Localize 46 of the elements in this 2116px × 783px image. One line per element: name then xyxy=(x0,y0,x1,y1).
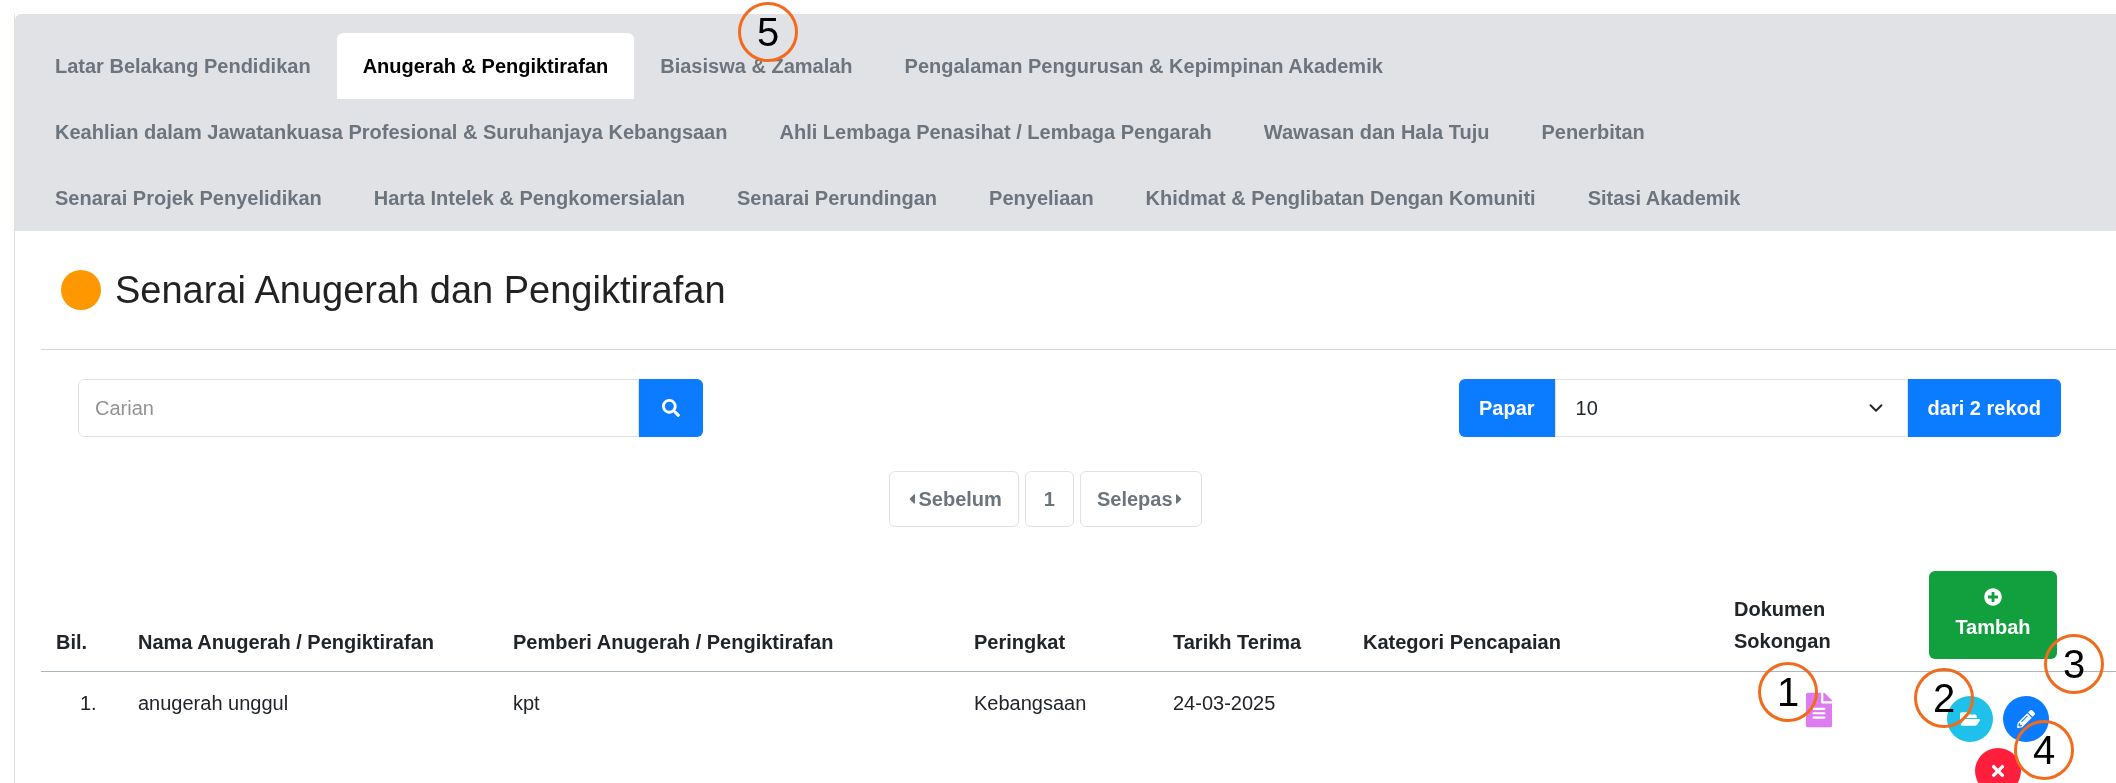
tab[interactable]: Ahli Lembaga Penasihat / Lembaga Pengarah xyxy=(753,99,1238,165)
table-cell-text: 1. xyxy=(79,692,97,714)
tab[interactable]: Penyeliaan xyxy=(963,165,1120,231)
table-cell: Kebangsaan xyxy=(974,692,1087,714)
column-header: Bil. xyxy=(56,630,89,655)
column-header: Pemberi Anugerah / Pengiktirafan xyxy=(513,630,835,655)
table-cell: kpt xyxy=(513,692,540,714)
table-cell: 24-03-2025 xyxy=(1173,692,1276,714)
tab[interactable]: Latar Belakang Pendidikan xyxy=(29,33,337,99)
close-icon xyxy=(1989,762,2007,780)
folder-icon xyxy=(1960,709,1980,729)
search-button[interactable] xyxy=(639,379,703,437)
tab[interactable]: Harta Intelek & Pengkomersialan xyxy=(347,165,712,231)
tab[interactable]: Penerbitan xyxy=(1515,99,1671,165)
delete-button[interactable] xyxy=(1975,748,2021,783)
page-title: Senarai Anugerah dan Pengiktirafan xyxy=(115,267,726,313)
tab[interactable]: Senarai Perundingan xyxy=(711,165,964,231)
column-header: Peringkat xyxy=(974,630,1067,655)
tab[interactable]: Senarai Projek Penyelidikan xyxy=(29,165,348,231)
search-icon xyxy=(662,399,680,417)
show-label: Papar xyxy=(1459,379,1555,437)
search-field[interactable]: Carian xyxy=(78,379,639,437)
add-button[interactable]: Tambah xyxy=(1929,571,2057,659)
column-header: Nama Anugerah / Pengiktirafan xyxy=(138,630,435,655)
tab[interactable]: Khidmat & Penglibatan Dengan Komuniti xyxy=(1119,165,1562,231)
callout-marker: 3 xyxy=(2044,634,2104,694)
table-cell: anugerah unggul xyxy=(138,692,289,714)
tab[interactable]: Wawasan dan Hala Tuju xyxy=(1237,99,1516,165)
document-icon[interactable] xyxy=(1806,692,1832,728)
page-size-select[interactable]: 10 xyxy=(1554,379,1908,437)
column-header: Kategori Pencapaian xyxy=(1363,630,1562,655)
column-header: Tarikh Terima xyxy=(1173,630,1303,655)
callout-marker: 4 xyxy=(2014,720,2074,780)
tab[interactable]: Anugerah & Pengiktirafan xyxy=(336,33,635,99)
record-count: dari 2 rekod xyxy=(1907,379,2061,437)
page-button[interactable]: 1 xyxy=(1024,471,1074,527)
pencil-icon xyxy=(2017,710,2035,728)
tab[interactable]: Sitasi Akademik xyxy=(1561,165,1767,231)
callout-marker: 2 xyxy=(1914,668,1974,728)
next-button[interactable]: Selepas xyxy=(1079,471,1202,527)
tab[interactable]: Keahlian dalam Jawatankuasa Profesional & Suruhanjaya Kebangsaan xyxy=(29,99,754,165)
callout-marker: 1 xyxy=(1758,662,1818,722)
plus-icon xyxy=(1984,588,2002,606)
tab[interactable]: Pengalaman Pengurusan & Kepimpinan Akademik xyxy=(878,33,1409,99)
previous-button[interactable]: Sebelum xyxy=(889,471,1019,527)
column-header: Dokumen Sokongan xyxy=(1734,597,1832,654)
